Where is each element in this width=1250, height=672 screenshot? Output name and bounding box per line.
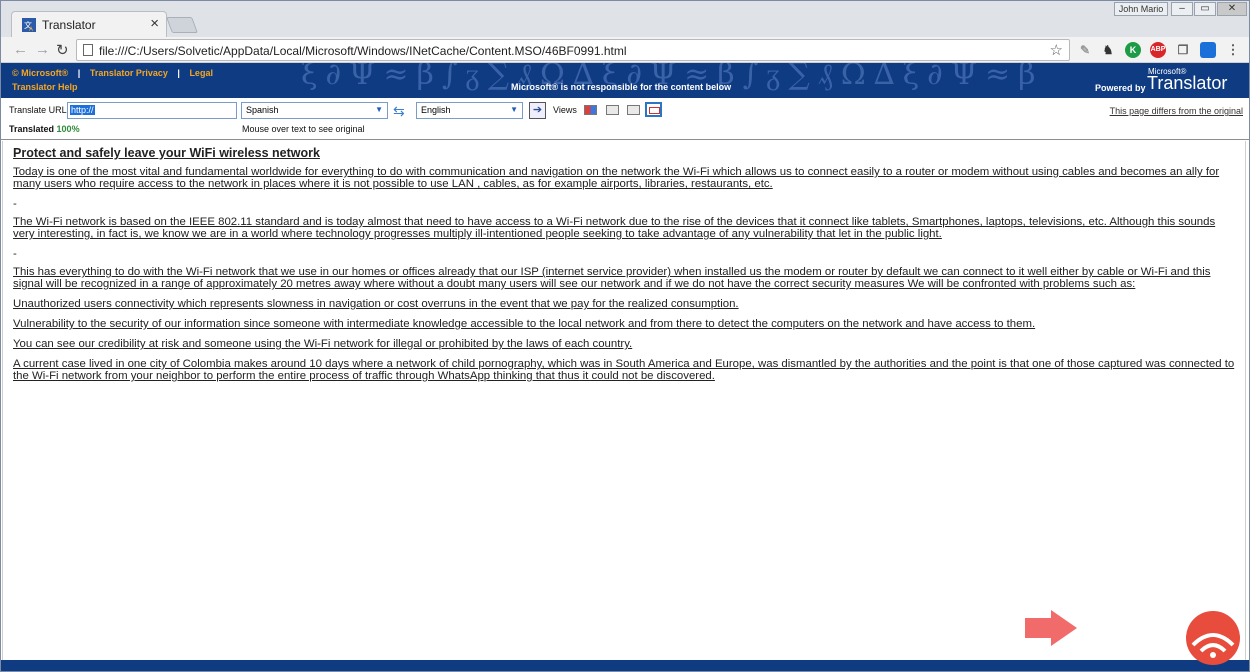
spy-icon[interactable]: ♞	[1100, 42, 1116, 58]
article: Protect and safely leave your WiFi wirel…	[13, 147, 1239, 390]
translated-status: Translated 100%	[9, 124, 80, 134]
view-top-bottom-icon[interactable]	[606, 105, 619, 115]
maximize-button[interactable]: ▭	[1194, 2, 1216, 16]
legal-link[interactable]: Legal	[189, 68, 213, 78]
k-extension-icon[interactable]: K	[1125, 42, 1141, 58]
title-bar: 文 A Translator × John Mario – ▭ ✕	[1, 1, 1249, 37]
article-paragraph: Unauthorized users connectivity which re…	[13, 298, 739, 310]
link-separator: |	[177, 68, 180, 78]
solvetic-logo-icon	[1186, 611, 1240, 665]
article-paragraph: The Wi-Fi network is based on the IEEE 8…	[13, 216, 1216, 240]
translated-content: Protect and safely leave your WiFi wirel…	[2, 141, 1246, 661]
minimize-button[interactable]: –	[1171, 2, 1193, 16]
article-title: Protect and safely leave your WiFi wirel…	[13, 146, 320, 160]
banner-disclaimer: Microsoft® is not responsible for the co…	[511, 82, 732, 92]
browser-window: 文 A Translator × John Mario – ▭ ✕ ← → ↻ …	[0, 0, 1250, 672]
new-tab-button[interactable]	[166, 17, 198, 33]
translator-privacy-link[interactable]: Translator Privacy	[90, 68, 168, 78]
article-paragraph: You can see our credibility at risk and …	[13, 338, 633, 350]
pen-icon[interactable]: ✎	[1077, 42, 1093, 58]
translated-percent: 100%	[56, 124, 80, 134]
close-window-button[interactable]: ✕	[1217, 2, 1247, 16]
view-original-hover-icon[interactable]	[627, 105, 640, 115]
page-differs-link[interactable]: This page differs from the original	[1110, 106, 1243, 116]
translated-label: Translated	[9, 124, 55, 134]
to-language-value: English	[421, 105, 451, 115]
page-icon	[83, 44, 93, 56]
powered-by-label: Powered by	[1095, 83, 1146, 93]
chevron-down-icon: ▼	[375, 105, 383, 114]
abp-icon[interactable]: ABP	[1150, 42, 1166, 58]
menu-icon[interactable]: ⋮	[1225, 42, 1241, 58]
view-side-by-side-icon[interactable]	[584, 105, 597, 115]
tab-close-icon[interactable]: ×	[150, 15, 159, 32]
swap-icon[interactable]: ⇆	[393, 103, 405, 120]
address-url[interactable]: file:///C:/Users/Solvetic/AppData/Local/…	[99, 44, 627, 58]
to-language-select[interactable]: English ▼	[416, 102, 523, 119]
back-icon[interactable]: ←	[13, 41, 28, 58]
translate-url-label: Translate URL	[9, 105, 67, 115]
translator-favicon: 文 A	[22, 18, 36, 32]
forward-icon[interactable]: →	[35, 41, 50, 58]
translator-banner: ξ∂Ψ≈β∫ᵹ∑₰Ω∆ξ∂Ψ≈β∫ᵹ∑₰Ω∆ξ∂Ψ≈β © Microsoft®…	[1, 63, 1249, 98]
from-language-value: Spanish	[246, 105, 279, 115]
article-paragraph: A current case lived in one city of Colo…	[13, 358, 1235, 382]
tab-title: Translator	[42, 18, 96, 32]
translator-controls: Translate URL http:// Spanish ▼ ⇆ Englis…	[1, 98, 1249, 140]
article-paragraph: Today is one of the most vital and funda…	[13, 166, 1220, 190]
article-paragraph: This has everything to do with the Wi-Fi…	[13, 266, 1211, 290]
banner-links-row: © Microsoft® | Translator Privacy | Lega…	[12, 68, 213, 78]
reload-icon[interactable]: ↻	[56, 41, 69, 59]
pointer-arrow-icon	[1025, 610, 1077, 646]
view-translation-icon[interactable]	[645, 102, 662, 117]
views-label: Views	[553, 105, 577, 115]
go-arrow-icon[interactable]: ➔	[529, 102, 546, 119]
star-icon[interactable]: ☆	[1050, 41, 1063, 59]
url-input-value[interactable]: http://	[70, 105, 95, 115]
address-bar[interactable]: file:///C:/Users/Solvetic/AppData/Local/…	[76, 39, 1070, 61]
tab-translator[interactable]: 文 A Translator ×	[11, 11, 167, 37]
svg-text:A: A	[29, 27, 33, 32]
blue-extension-icon[interactable]	[1200, 42, 1216, 58]
paragraph-separator: -	[13, 248, 17, 260]
browser-toolbar: ← → ↻ file:///C:/Users/Solvetic/AppData/…	[1, 37, 1249, 63]
mouse-hint: Mouse over text to see original	[242, 124, 365, 134]
link-separator: |	[77, 68, 81, 78]
bottom-status-bar	[1, 660, 1249, 671]
paragraph-separator: -	[13, 198, 17, 210]
copy-icon[interactable]: ❐	[1175, 42, 1191, 58]
article-paragraph: Vulnerability to the security of our inf…	[13, 318, 1036, 330]
from-language-select[interactable]: Spanish ▼	[241, 102, 388, 119]
brand-translator[interactable]: Translator	[1147, 73, 1227, 94]
translator-help-link[interactable]: Translator Help	[12, 82, 78, 92]
microsoft-link[interactable]: © Microsoft®	[12, 68, 68, 78]
chevron-down-icon: ▼	[510, 105, 518, 114]
profile-button[interactable]: John Mario	[1114, 2, 1168, 16]
translate-url-input[interactable]: http://	[67, 102, 237, 119]
